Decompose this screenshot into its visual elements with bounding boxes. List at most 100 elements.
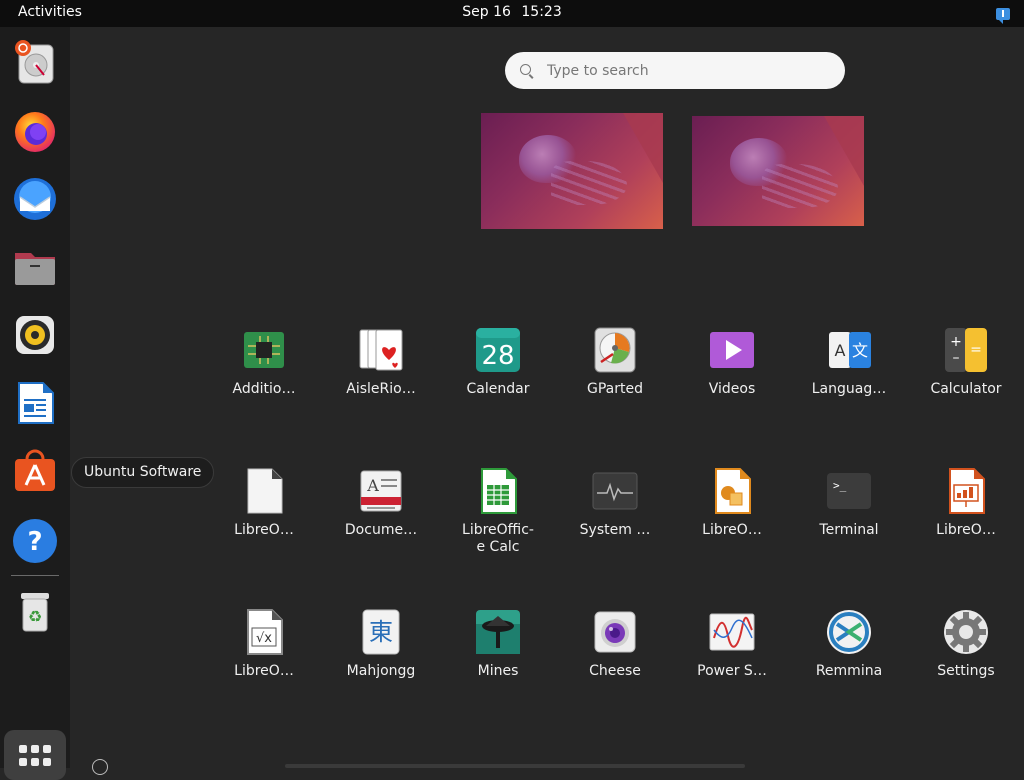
power-stats-icon bbox=[708, 608, 756, 656]
app-mines[interactable]: Mines bbox=[443, 600, 553, 710]
page-indicator bbox=[285, 764, 745, 768]
draw-icon bbox=[708, 467, 756, 515]
remmina-icon bbox=[825, 608, 873, 656]
workspace-thumbnail-1[interactable] bbox=[481, 113, 663, 229]
app-label: Terminal bbox=[819, 522, 879, 538]
chip-icon bbox=[240, 326, 288, 374]
system-monitor-icon bbox=[591, 467, 639, 515]
app-videos[interactable]: Videos bbox=[677, 318, 787, 428]
app-label: Settings bbox=[937, 663, 995, 679]
impress-icon bbox=[942, 467, 990, 515]
app-power-statistics[interactable]: Power S… bbox=[677, 600, 787, 710]
dock-item-rhythmbox[interactable] bbox=[11, 311, 59, 359]
dock-item-writer[interactable] bbox=[11, 379, 59, 427]
lang-a: A bbox=[835, 341, 846, 360]
app-settings[interactable]: Settings bbox=[911, 600, 1021, 710]
dock-separator bbox=[11, 575, 59, 576]
language-icon: A 文 bbox=[825, 326, 873, 374]
software-bag-icon bbox=[15, 449, 55, 491]
app-mahjongg[interactable]: 東 Mahjongg bbox=[326, 600, 436, 710]
show-apps-button[interactable] bbox=[4, 730, 66, 780]
calc-minus: – bbox=[953, 350, 960, 366]
play-icon bbox=[708, 326, 756, 374]
dock-item-installer[interactable] bbox=[11, 39, 59, 87]
app-label: Mahjongg bbox=[346, 663, 416, 679]
terminal-prompt: >_ bbox=[833, 479, 847, 492]
help-mark: ? bbox=[27, 527, 42, 557]
app-calculator[interactable]: + – = Calculator bbox=[911, 318, 1021, 428]
dock-item-thunderbird[interactable] bbox=[11, 175, 59, 223]
app-libreoffice-math[interactable]: √x LibreO… bbox=[209, 600, 319, 710]
app-aisleriot[interactable]: AisleRio… bbox=[326, 318, 436, 428]
search-icon bbox=[520, 64, 531, 75]
search-bar[interactable] bbox=[505, 52, 845, 89]
dock-item-trash[interactable]: ♻ bbox=[11, 587, 59, 635]
mahjongg-icon: 東 bbox=[357, 608, 405, 656]
app-label: Remmina bbox=[815, 663, 883, 679]
help-icon: ? bbox=[13, 519, 57, 563]
app-label: System … bbox=[579, 522, 651, 538]
trash-icon: ♻ bbox=[21, 593, 49, 632]
gear-icon bbox=[942, 608, 990, 656]
install-disk-icon bbox=[15, 40, 54, 84]
calc-icon bbox=[474, 467, 522, 515]
dock-tooltip: Ubuntu Software bbox=[71, 457, 215, 488]
calendar-day: 28 bbox=[481, 341, 514, 371]
dock-item-firefox[interactable] bbox=[11, 107, 59, 155]
doc-mark: A bbox=[366, 476, 379, 495]
clock[interactable]: Sep 16 15:23 bbox=[0, 4, 1024, 20]
app-label: Languag… bbox=[811, 381, 887, 397]
spinner-icon bbox=[92, 759, 108, 775]
app-additional-drivers[interactable]: Additio… bbox=[209, 318, 319, 428]
app-label: AisleRio… bbox=[346, 381, 416, 397]
writer-icon bbox=[18, 382, 54, 424]
app-remmina[interactable]: Remmina bbox=[794, 600, 904, 710]
math-icon: √x bbox=[240, 608, 288, 656]
document-viewer-icon: A bbox=[357, 467, 405, 515]
gparted-icon bbox=[591, 326, 639, 374]
mahjongg-char: 東 bbox=[369, 618, 393, 646]
calculator-icon: + – = bbox=[942, 326, 990, 374]
calc-plus: + bbox=[950, 334, 962, 350]
dock-item-help[interactable]: ? bbox=[11, 517, 59, 565]
app-libreoffice[interactable]: LibreO… bbox=[209, 459, 319, 569]
math-mark: √x bbox=[256, 631, 272, 646]
calendar-icon: 28 bbox=[474, 326, 522, 374]
thunderbird-icon bbox=[14, 178, 56, 220]
notification-icon[interactable] bbox=[996, 8, 1010, 24]
calc-eq: = bbox=[970, 342, 982, 358]
terminal-icon: >_ bbox=[825, 467, 873, 515]
app-cheese[interactable]: Cheese bbox=[560, 600, 670, 710]
clock-date: Sep 16 bbox=[462, 4, 511, 20]
mines-icon bbox=[474, 608, 522, 656]
firefox-icon bbox=[15, 112, 55, 152]
app-label: GParted bbox=[587, 381, 643, 397]
app-label: Videos bbox=[708, 381, 756, 397]
app-label: LibreO… bbox=[702, 522, 762, 538]
app-system-monitor[interactable]: System … bbox=[560, 459, 670, 569]
app-terminal[interactable]: >_ Terminal bbox=[794, 459, 904, 569]
app-label: Docume… bbox=[344, 522, 418, 538]
workspace-thumbnail-2[interactable] bbox=[692, 116, 864, 226]
cards-icon bbox=[357, 326, 405, 374]
app-label: Cheese bbox=[589, 663, 641, 679]
app-document-viewer[interactable]: A Docume… bbox=[326, 459, 436, 569]
search-input[interactable] bbox=[545, 58, 830, 83]
app-label: LibreO… bbox=[234, 663, 294, 679]
clock-time: 15:23 bbox=[521, 4, 562, 20]
app-gparted[interactable]: GParted bbox=[560, 318, 670, 428]
app-libreoffice-draw[interactable]: LibreO… bbox=[677, 459, 787, 569]
app-label: LibreOffic- e Calc bbox=[462, 522, 534, 555]
app-language-support[interactable]: A 文 Languag… bbox=[794, 318, 904, 428]
app-libreoffice-impress[interactable]: LibreO… bbox=[911, 459, 1021, 569]
dock-item-files[interactable] bbox=[11, 243, 59, 291]
dock-item-ubuntu-software[interactable] bbox=[11, 447, 59, 495]
blank-doc-icon bbox=[240, 467, 288, 515]
lang-zh: 文 bbox=[852, 341, 868, 360]
app-label: Power S… bbox=[697, 663, 767, 679]
app-label: Additio… bbox=[232, 381, 296, 397]
app-libreoffice-calc[interactable]: LibreOffic- e Calc bbox=[443, 459, 553, 569]
app-label: Calendar bbox=[466, 381, 530, 397]
app-calendar[interactable]: 28 Calendar bbox=[443, 318, 553, 428]
recycle-mark: ♻ bbox=[28, 607, 42, 626]
